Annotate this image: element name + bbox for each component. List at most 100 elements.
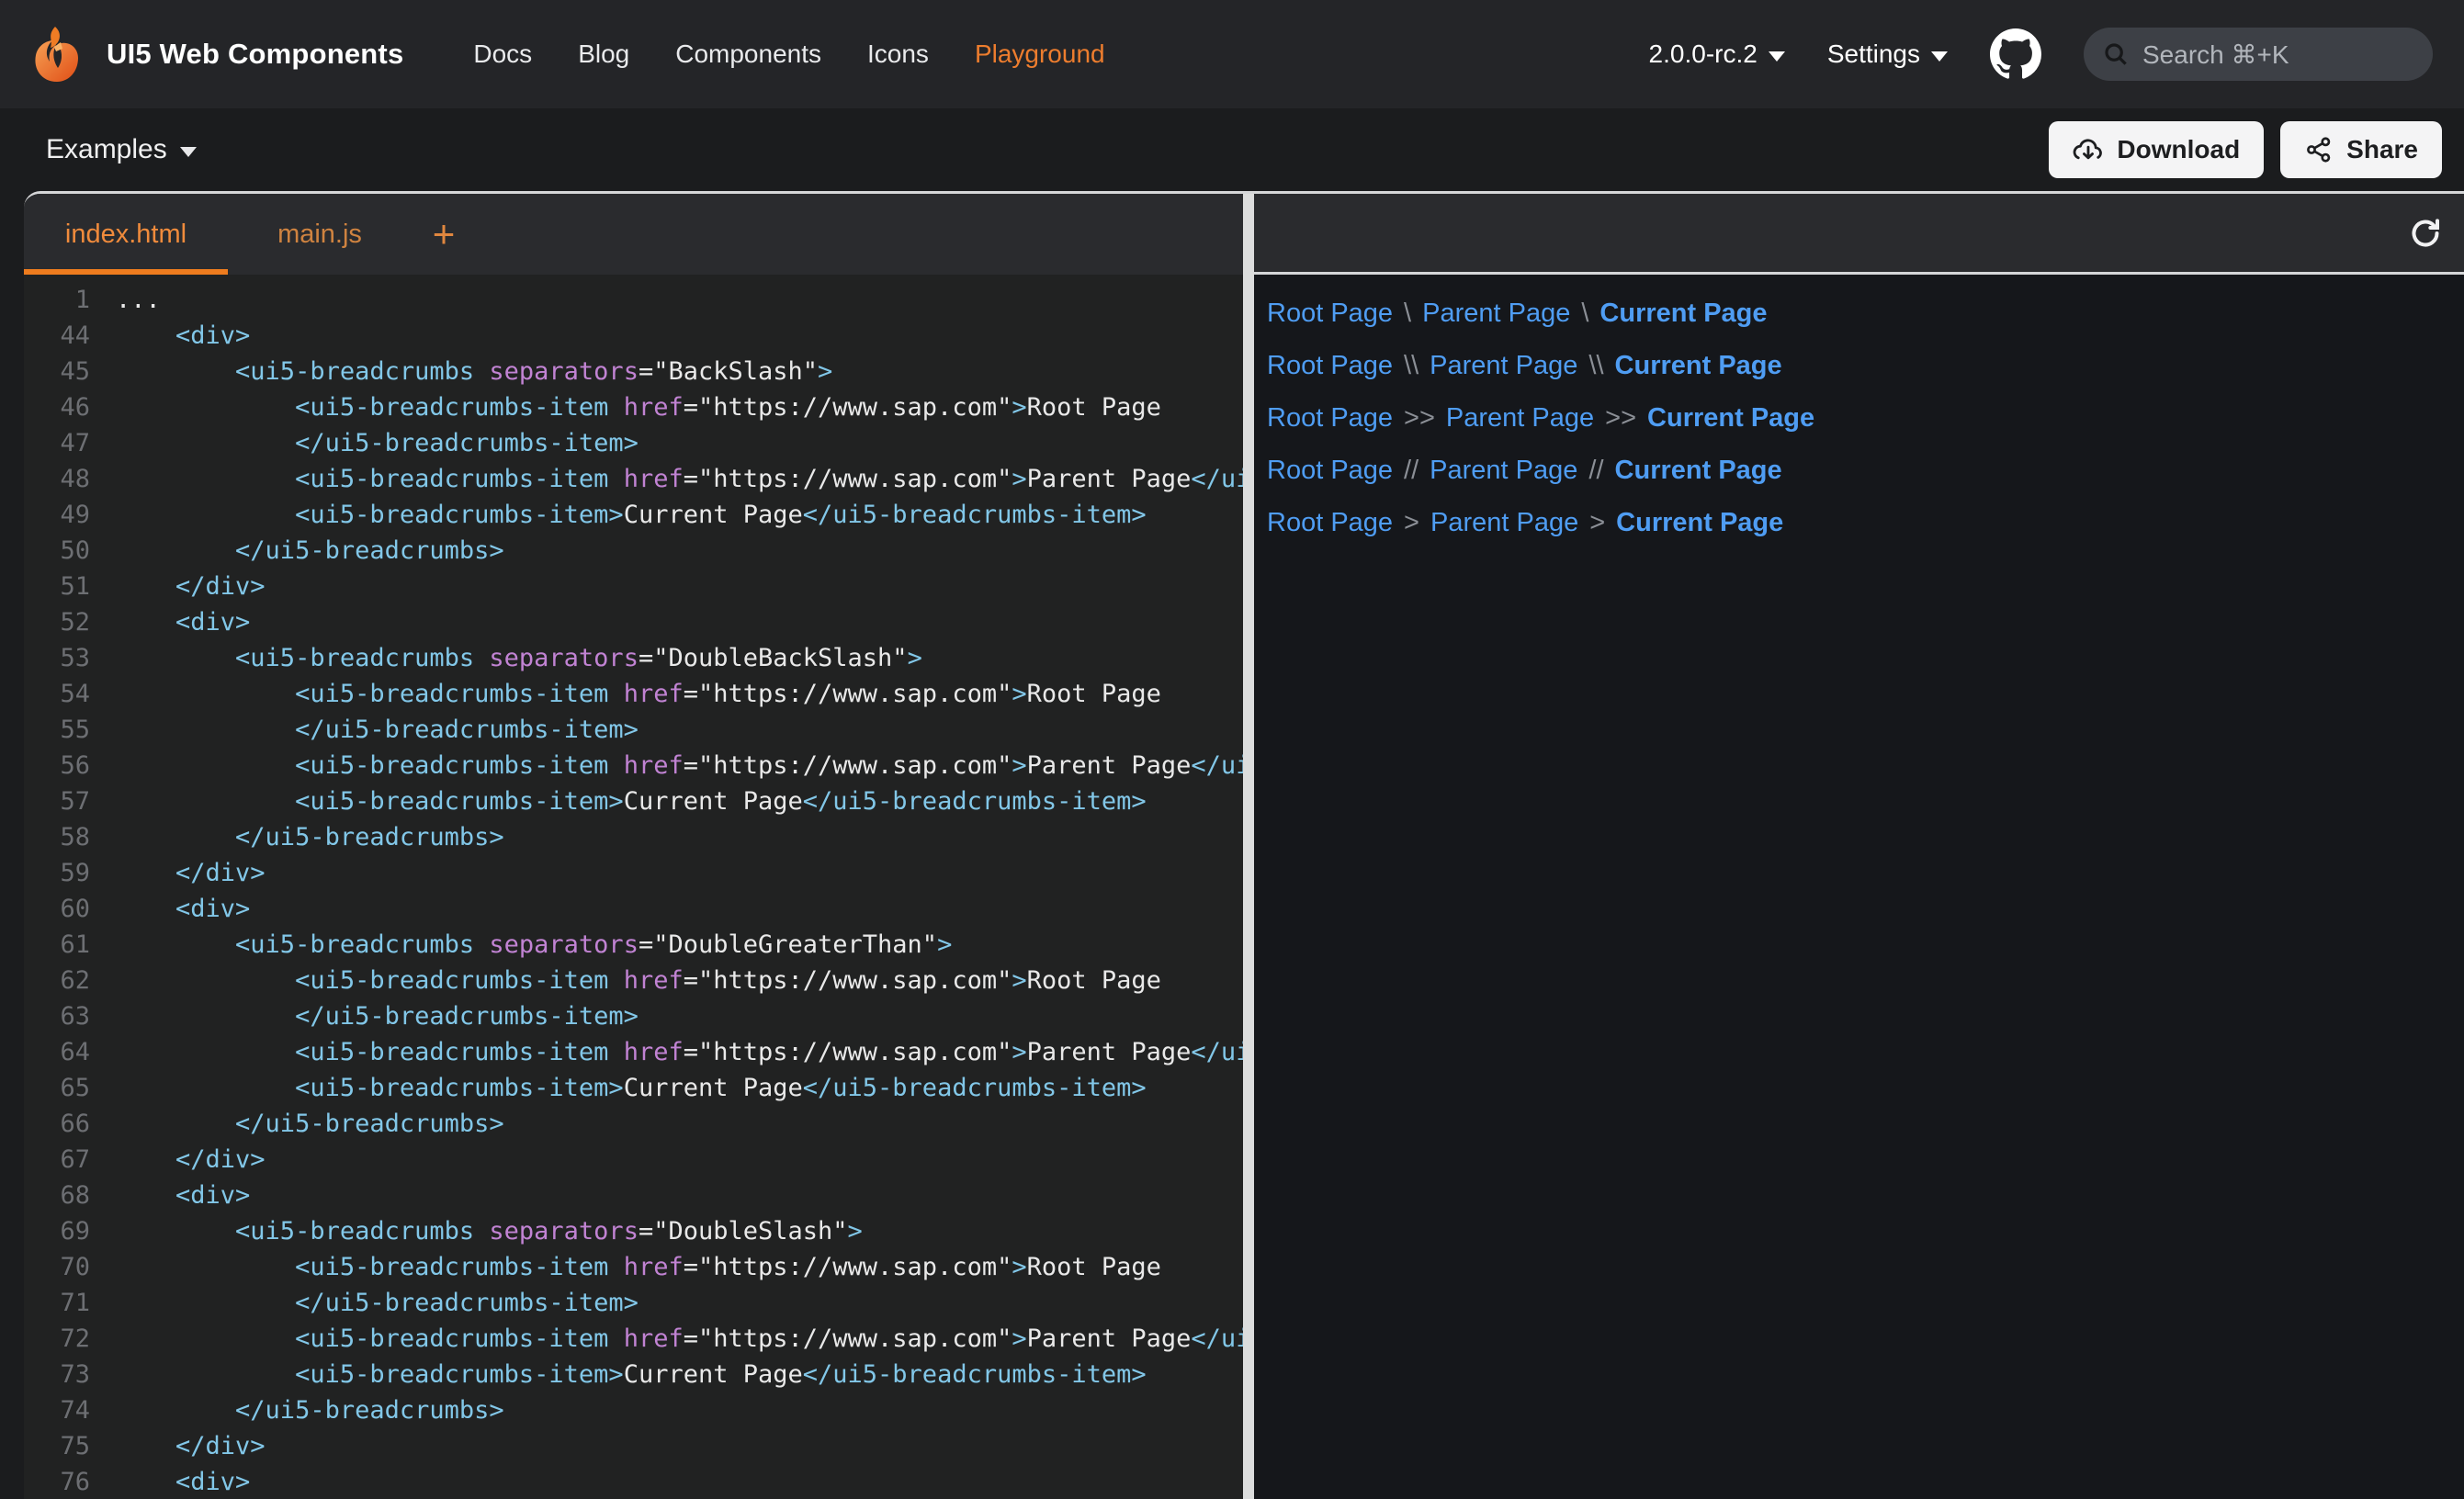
code-line: 61 <ui5-breadcrumbs separators="DoubleGr… bbox=[24, 927, 1243, 963]
code-line: 54 <ui5-breadcrumbs-item href="https://w… bbox=[24, 676, 1243, 712]
code-text: </ui5-breadcrumbs-item> bbox=[116, 1285, 639, 1321]
nav-link-docs[interactable]: Docs bbox=[473, 39, 532, 69]
chevron-down-icon bbox=[180, 147, 197, 157]
breadcrumb-link[interactable]: Root Page bbox=[1267, 456, 1393, 486]
code-line: 49 <ui5-breadcrumbs-item>Current Page</u… bbox=[24, 497, 1243, 533]
breadcrumb-separator: >> bbox=[1393, 403, 1446, 434]
line-number: 47 bbox=[24, 425, 90, 461]
tab-main.js[interactable]: main.js bbox=[228, 194, 412, 275]
code-text: </ui5-breadcrumbs-item> bbox=[116, 425, 639, 461]
cloud-download-icon bbox=[2073, 134, 2104, 165]
code-line: 64 <ui5-breadcrumbs-item href="https://w… bbox=[24, 1034, 1243, 1070]
code-text: <ui5-breadcrumbs separators="BackSlash"> bbox=[116, 354, 832, 389]
code-line: 1... bbox=[24, 282, 1243, 318]
code-line: 48 <ui5-breadcrumbs-item href="https://w… bbox=[24, 461, 1243, 497]
code-line: 50 </ui5-breadcrumbs> bbox=[24, 533, 1243, 569]
code-line: 46 <ui5-breadcrumbs-item href="https://w… bbox=[24, 389, 1243, 425]
code-text: ... bbox=[116, 282, 161, 318]
line-number: 53 bbox=[24, 640, 90, 676]
breadcrumb: Root Page\Parent Page\Current Page bbox=[1267, 287, 2464, 340]
search-input[interactable]: Search ⌘+K bbox=[2084, 28, 2433, 81]
code-line: 52 <div> bbox=[24, 604, 1243, 640]
playground-toolbar: Examples Download Share bbox=[0, 108, 2464, 191]
code-text: <ui5-breadcrumbs-item>Current Page</ui5-… bbox=[116, 783, 1147, 819]
code-line: 44 <div> bbox=[24, 318, 1243, 354]
code-line: 55 </ui5-breadcrumbs-item> bbox=[24, 712, 1243, 748]
breadcrumb-separator: \ bbox=[1570, 299, 1599, 329]
split-resizer-handle[interactable] bbox=[1243, 194, 1254, 1499]
code-text: <div> bbox=[116, 1178, 250, 1213]
code-text: </div> bbox=[116, 569, 266, 604]
code-line: 45 <ui5-breadcrumbs separators="BackSlas… bbox=[24, 354, 1243, 389]
code-editor-pane: index.htmlmain.js+ 1...44 <div>45 <ui5-b… bbox=[24, 194, 1243, 1499]
add-tab-button[interactable]: + bbox=[412, 194, 476, 275]
settings-dropdown[interactable]: Settings bbox=[1827, 39, 1948, 69]
line-number: 51 bbox=[24, 569, 90, 604]
breadcrumb-link[interactable]: Parent Page bbox=[1446, 403, 1594, 434]
preview-header bbox=[1254, 194, 2464, 275]
code-text: </ui5-breadcrumbs> bbox=[116, 819, 504, 855]
github-icon[interactable] bbox=[1990, 28, 2041, 80]
code-line: 70 <ui5-breadcrumbs-item href="https://w… bbox=[24, 1249, 1243, 1285]
tab-index.html[interactable]: index.html bbox=[24, 194, 228, 275]
version-dropdown[interactable]: 2.0.0-rc.2 bbox=[1649, 39, 1785, 69]
breadcrumb-link[interactable]: Root Page bbox=[1267, 403, 1393, 434]
code-text: <ui5-breadcrumbs-item>Current Page</ui5-… bbox=[116, 1357, 1147, 1392]
breadcrumb-link[interactable]: Root Page bbox=[1267, 299, 1393, 329]
code-text: </div> bbox=[116, 855, 266, 891]
breadcrumb-link[interactable]: Parent Page bbox=[1422, 299, 1570, 329]
code-line: 73 <ui5-breadcrumbs-item>Current Page</u… bbox=[24, 1357, 1243, 1392]
breadcrumb-current-page: Current Page bbox=[1615, 351, 1782, 381]
line-number: 63 bbox=[24, 998, 90, 1034]
line-number: 67 bbox=[24, 1142, 90, 1178]
line-number: 68 bbox=[24, 1178, 90, 1213]
brand[interactable]: UI5 Web Components bbox=[28, 25, 403, 84]
code-text: <ui5-breadcrumbs separators="DoubleGreat… bbox=[116, 927, 952, 963]
line-number: 69 bbox=[24, 1213, 90, 1249]
breadcrumb-separator: // bbox=[1577, 456, 1614, 486]
breadcrumb-link[interactable]: Parent Page bbox=[1430, 456, 1577, 486]
code-text: <ui5-breadcrumbs-item>Current Page</ui5-… bbox=[116, 497, 1147, 533]
refresh-icon[interactable] bbox=[2407, 215, 2444, 252]
line-number: 55 bbox=[24, 712, 90, 748]
line-number: 59 bbox=[24, 855, 90, 891]
breadcrumb-link[interactable]: Parent Page bbox=[1430, 508, 1578, 538]
search-placeholder: Search ⌘+K bbox=[2142, 39, 2289, 70]
breadcrumb: Root Page>Parent Page>Current Page bbox=[1267, 497, 2464, 549]
code-line: 71 </ui5-breadcrumbs-item> bbox=[24, 1285, 1243, 1321]
active-tab-underline bbox=[24, 269, 228, 275]
line-number: 72 bbox=[24, 1321, 90, 1357]
breadcrumb: Root Page\\Parent Page\\Current Page bbox=[1267, 340, 2464, 392]
code-line: 66 </ui5-breadcrumbs> bbox=[24, 1106, 1243, 1142]
code-text: <ui5-breadcrumbs-item href="https://www.… bbox=[116, 1321, 1243, 1357]
code-line: 53 <ui5-breadcrumbs separators="DoubleBa… bbox=[24, 640, 1243, 676]
nav-link-playground[interactable]: Playground bbox=[975, 39, 1105, 69]
code-text: </div> bbox=[116, 1428, 266, 1464]
brand-title: UI5 Web Components bbox=[107, 38, 403, 71]
nav-link-components[interactable]: Components bbox=[675, 39, 821, 69]
line-number: 48 bbox=[24, 461, 90, 497]
code-text: </ui5-breadcrumbs> bbox=[116, 533, 504, 569]
breadcrumb-link[interactable]: Root Page bbox=[1267, 508, 1393, 538]
line-number: 60 bbox=[24, 891, 90, 927]
examples-dropdown[interactable]: Examples bbox=[46, 134, 197, 165]
nav-link-blog[interactable]: Blog bbox=[578, 39, 629, 69]
code-text: </ui5-breadcrumbs> bbox=[116, 1392, 504, 1428]
playground-container: index.htmlmain.js+ 1...44 <div>45 <ui5-b… bbox=[24, 191, 2464, 1499]
breadcrumb-separator: \\ bbox=[1577, 351, 1614, 381]
code-line: 60 <div> bbox=[24, 891, 1243, 927]
code-text: <div> bbox=[116, 604, 250, 640]
download-label: Download bbox=[2117, 135, 2240, 164]
download-button[interactable]: Download bbox=[2049, 121, 2264, 178]
line-number: 1 bbox=[24, 282, 90, 318]
code-area[interactable]: 1...44 <div>45 <ui5-breadcrumbs separato… bbox=[24, 275, 1243, 1499]
line-number: 71 bbox=[24, 1285, 90, 1321]
breadcrumb-link[interactable]: Root Page bbox=[1267, 351, 1393, 381]
line-number: 70 bbox=[24, 1249, 90, 1285]
line-number: 74 bbox=[24, 1392, 90, 1428]
examples-label: Examples bbox=[46, 134, 167, 165]
nav-link-icons[interactable]: Icons bbox=[867, 39, 929, 69]
breadcrumb-link[interactable]: Parent Page bbox=[1430, 351, 1577, 381]
share-button[interactable]: Share bbox=[2280, 121, 2442, 178]
breadcrumb: Root Page//Parent Page//Current Page bbox=[1267, 445, 2464, 497]
